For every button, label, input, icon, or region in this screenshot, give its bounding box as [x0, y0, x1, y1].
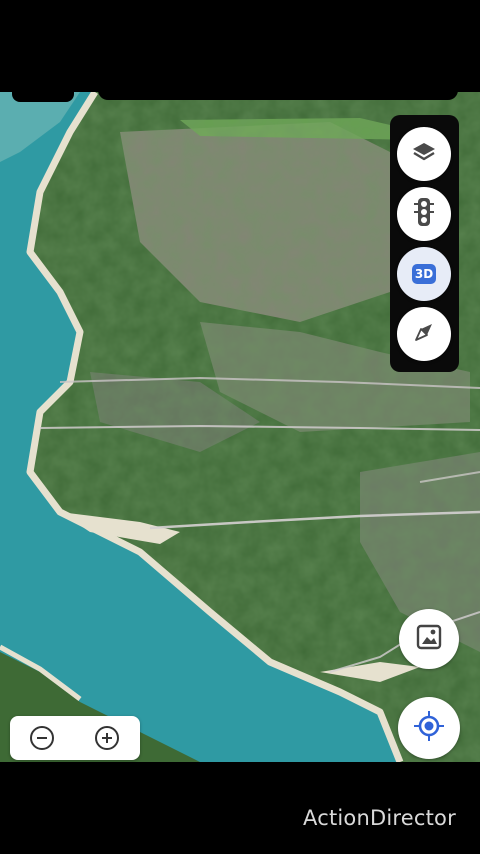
- status-bar-cutout-left: [12, 80, 74, 102]
- traffic-light-icon: [413, 197, 435, 231]
- zoom-in-button[interactable]: [95, 726, 119, 750]
- zoom-out-button[interactable]: [30, 726, 54, 750]
- map-controls-panel: 3D: [390, 115, 459, 372]
- 3d-label: 3D: [412, 264, 436, 284]
- my-location-icon: [413, 710, 445, 746]
- zoom-controls: [10, 716, 140, 760]
- image-frame-icon: [416, 624, 442, 654]
- watermark-text: ActionDirector: [303, 806, 456, 830]
- compass-icon: [411, 319, 437, 349]
- layers-icon: [411, 141, 437, 167]
- my-location-button[interactable]: [398, 697, 460, 759]
- plus-icon: [101, 729, 113, 748]
- imagery-button[interactable]: [399, 609, 459, 669]
- layers-button[interactable]: [397, 127, 451, 181]
- minus-icon: [36, 729, 48, 748]
- traffic-button[interactable]: [397, 187, 451, 241]
- status-bar-cutout: [98, 80, 458, 100]
- compass-button[interactable]: [397, 307, 451, 361]
- 3d-view-button[interactable]: 3D: [397, 247, 451, 301]
